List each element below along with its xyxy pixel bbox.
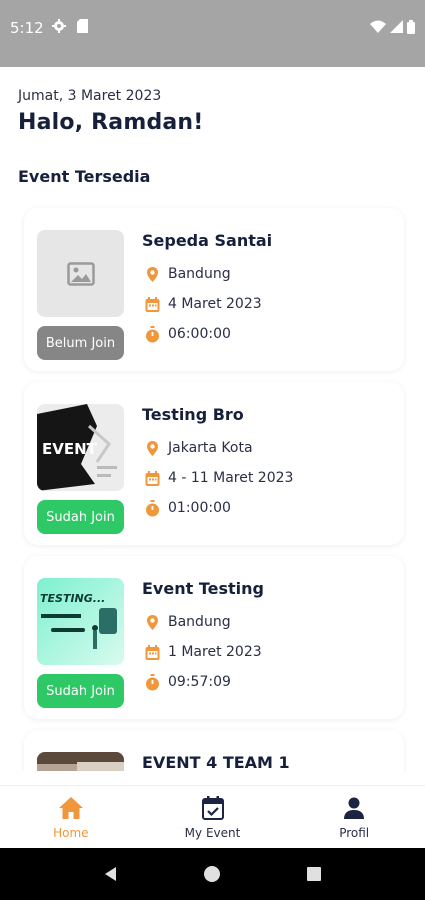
location-pin-icon (147, 266, 158, 282)
calendar-icon (145, 470, 160, 486)
join-status-badge[interactable]: Belum Join (37, 326, 124, 360)
nav-home-label: Home (53, 826, 89, 840)
recents-icon[interactable] (305, 865, 323, 883)
join-status-badge[interactable]: Sudah Join (37, 674, 124, 708)
wifi-icon (370, 20, 386, 33)
bottom-navigation: Home My Event Profil (0, 785, 425, 848)
event-date: 4 Maret 2023 (144, 294, 262, 314)
stopwatch-icon (146, 673, 159, 690)
stopwatch-icon (146, 325, 159, 342)
event-location-text: Bandung (168, 614, 231, 630)
image-placeholder-icon (66, 261, 95, 286)
event-card[interactable]: EVENT 4 TEAM 1 (24, 730, 404, 771)
nav-home[interactable]: Home (0, 786, 142, 848)
event-date-text: 1 Maret 2023 (168, 644, 262, 660)
person-icon (344, 797, 365, 819)
event-time-text: 01:00:00 (168, 500, 231, 516)
section-title: Event Tersedia (18, 167, 151, 186)
event-title: Event Testing (142, 579, 264, 598)
event-poster-image: EVENT (37, 404, 124, 491)
event-thumbnail: TESTING... (37, 578, 124, 665)
signal-icon (390, 20, 403, 33)
greeting-title: Halo, Ramdan! (18, 110, 204, 135)
event-date-text: 4 Maret 2023 (168, 296, 262, 312)
settings-icon (52, 19, 66, 33)
event-location-text: Jakarta Kota (168, 440, 253, 456)
event-location: Jakarta Kota (144, 438, 253, 458)
event-thumbnail (37, 752, 124, 771)
battery-icon (407, 19, 415, 34)
event-card[interactable]: Belum Join Sepeda Santai Bandung 4 Maret… (24, 208, 404, 371)
status-bar: 5:12 (0, 0, 425, 67)
event-card[interactable]: TESTING... Sudah Join Event Testing Band… (24, 556, 404, 719)
calendar-icon (145, 296, 160, 312)
event-location: Bandung (144, 264, 231, 284)
back-icon[interactable] (102, 865, 120, 883)
event-location-text: Bandung (168, 266, 231, 282)
nav-my-event-label: My Event (184, 826, 241, 840)
sd-card-icon (77, 19, 88, 33)
event-date: 1 Maret 2023 (144, 642, 262, 662)
event-date-text: 4 - 11 Maret 2023 (168, 470, 294, 486)
event-banner-image: TESTING... (37, 578, 124, 665)
stopwatch-icon (146, 499, 159, 516)
location-pin-icon (147, 440, 158, 456)
system-navigation-bar (0, 848, 425, 900)
event-banner-text: TESTING... (40, 592, 105, 605)
home-circle-icon[interactable] (203, 865, 221, 883)
event-poster-text: EVENT (42, 440, 98, 458)
event-time: 09:57:09 (144, 672, 231, 692)
greeting-header: Jumat, 3 Maret 2023 Halo, Ramdan! (18, 88, 204, 135)
current-date: Jumat, 3 Maret 2023 (18, 88, 162, 104)
event-title: Testing Bro (142, 405, 244, 424)
nav-profil-label: Profil (339, 826, 370, 840)
event-thumbnail-placeholder (37, 230, 124, 317)
event-thumbnail: EVENT (37, 404, 124, 491)
nav-my-event[interactable]: My Event (142, 786, 284, 848)
calendar-check-icon (201, 796, 224, 820)
event-photo-image (37, 752, 124, 771)
event-location: Bandung (144, 612, 231, 632)
event-title: Sepeda Santai (142, 231, 273, 250)
event-list[interactable]: Belum Join Sepeda Santai Bandung 4 Maret… (0, 200, 425, 771)
nav-profil[interactable]: Profil (283, 786, 425, 848)
location-pin-icon (147, 614, 158, 630)
status-time: 5:12 (10, 19, 44, 37)
event-time: 06:00:00 (144, 324, 231, 344)
event-date: 4 - 11 Maret 2023 (144, 468, 293, 488)
event-time-text: 06:00:00 (168, 326, 231, 342)
calendar-icon (145, 644, 160, 660)
event-time: 01:00:00 (144, 498, 231, 518)
status-indicators (370, 19, 415, 34)
join-status-badge[interactable]: Sudah Join (37, 500, 124, 534)
event-time-text: 09:57:09 (168, 674, 231, 690)
event-title: EVENT 4 TEAM 1 (142, 753, 290, 771)
event-card[interactable]: EVENT Sudah Join Testing Bro Jakarta Kot… (24, 382, 404, 545)
home-icon (58, 797, 83, 819)
